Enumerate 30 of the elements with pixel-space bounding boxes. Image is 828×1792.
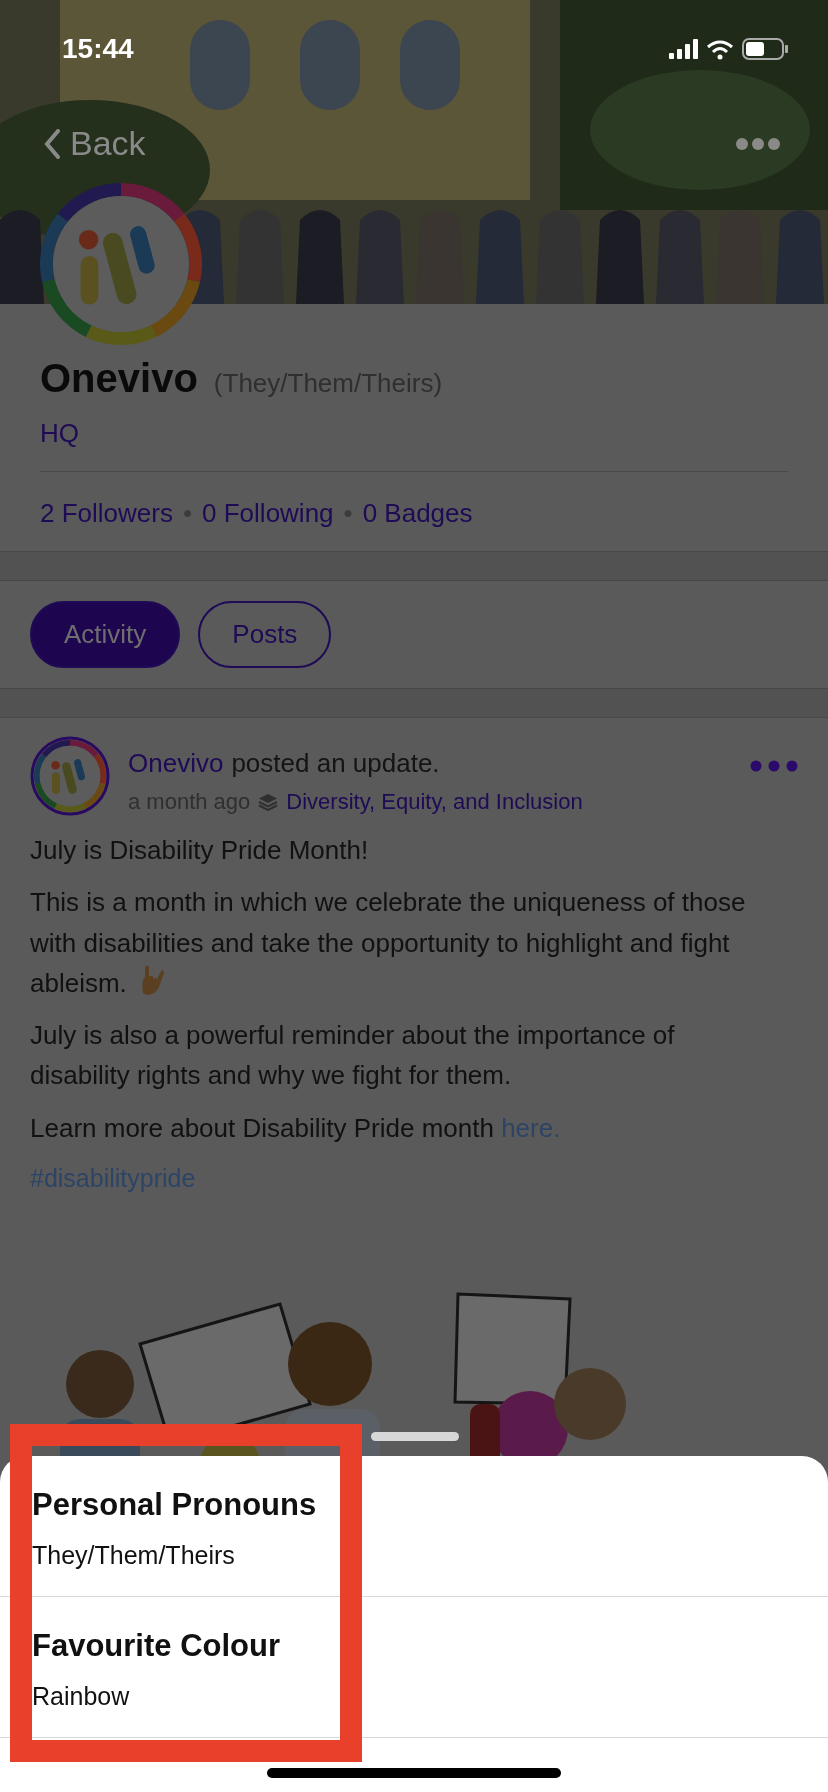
separator-dot: • — [343, 497, 353, 530]
field-value: Rainbow — [32, 1680, 131, 1712]
avatar-logo-icon — [30, 736, 110, 816]
more-icon[interactable] — [750, 760, 798, 772]
profile-name: Onevivo — [40, 355, 198, 402]
field-label: Favourite Colour — [32, 1627, 281, 1665]
field-value: They/Them/Theirs — [32, 1539, 236, 1571]
post-paragraph: July is also a powerful reminder about the importance of disability rights and why we fight for them. — [30, 1019, 676, 1093]
stat-link[interactable]: 2 Followers — [40, 494, 173, 533]
status-time: 15:44 — [62, 32, 134, 66]
back-icon — [44, 128, 62, 159]
tab[interactable]: Posts — [198, 601, 332, 668]
field-label: Personal Pronouns — [32, 1486, 318, 1524]
stat-link[interactable]: 0 Badges — [362, 494, 473, 533]
wifi-icon — [706, 38, 734, 60]
group-link[interactable]: Diversity, Equity, and Inclusion — [286, 785, 583, 818]
layers-icon — [258, 792, 279, 811]
tab[interactable]: Activity — [30, 601, 181, 668]
more-icon[interactable] — [736, 137, 780, 150]
post-paragraph: July is Disability Pride Month! — [30, 834, 370, 867]
battery-icon — [742, 38, 788, 60]
post-action-text: posted an update. — [231, 747, 440, 780]
stat-link[interactable]: 0 Following — [202, 494, 334, 533]
signal-icon — [669, 39, 698, 59]
location-link[interactable]: HQ — [40, 414, 79, 453]
post-paragraph: This is a month in which we celebrate the uniqueness of those with disabilities and take the opportunity to highlight and fight ableism. — [30, 886, 747, 1000]
sheet-handle[interactable] — [371, 1432, 459, 1441]
author-link[interactable]: Onevivo — [128, 744, 224, 783]
back-button[interactable]: Back — [44, 118, 146, 169]
separator-dot: • — [182, 497, 193, 530]
